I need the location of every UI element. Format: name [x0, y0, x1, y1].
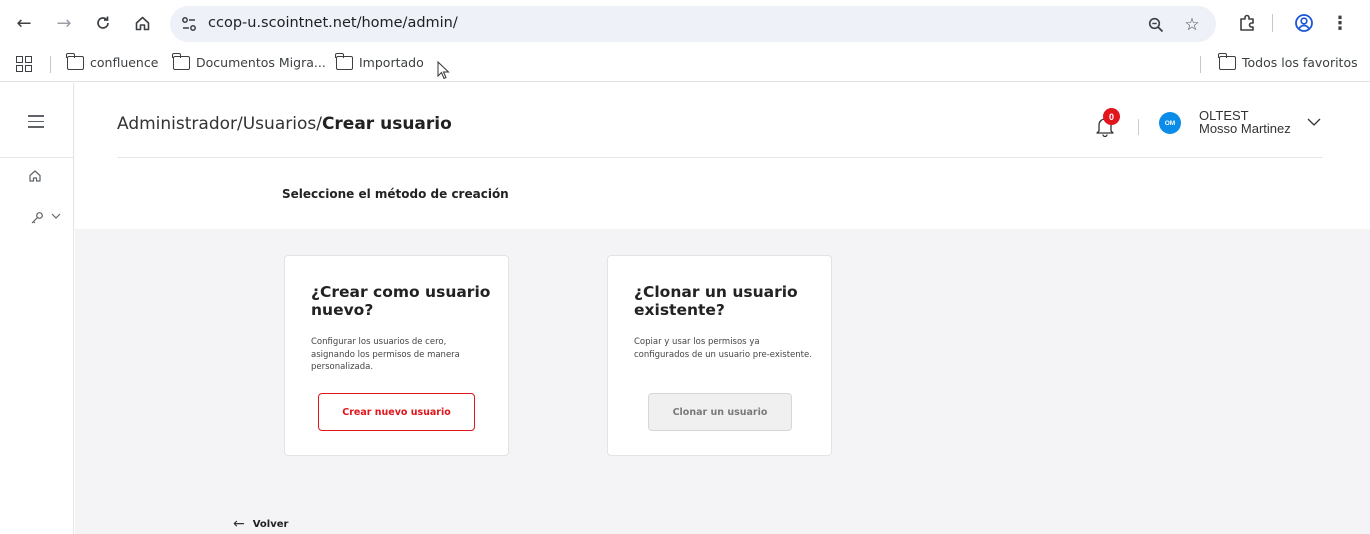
reload-icon[interactable] [89, 9, 117, 37]
extensions-icon[interactable] [1236, 11, 1260, 35]
mouse-cursor-icon [437, 61, 450, 80]
clone-user-button[interactable]: Clonar un usuario [648, 393, 792, 431]
back-link[interactable]: ← Volver [233, 516, 288, 532]
back-icon[interactable]: ← [10, 9, 38, 37]
page-subtitle: Seleccione el método de creación [282, 187, 509, 201]
bookmarks-bar: confluence Documentos Migra... Importado… [0, 46, 1370, 82]
more-menu-icon[interactable]: ⋮ [1328, 11, 1352, 35]
bookmarks-divider [50, 56, 51, 73]
page-header: Administrador/Usuarios/Crear usuario 0 O… [75, 83, 1370, 229]
header-divider-line [117, 157, 1323, 158]
header-divider [1138, 119, 1139, 135]
content-area: ¿Crear como usuario nuevo? Configurar lo… [75, 229, 1370, 534]
card-title: ¿Crear como usuario nuevo? [311, 283, 491, 319]
user-name[interactable]: Mosso Martinez [1199, 121, 1291, 136]
chevron-down-icon [51, 213, 61, 219]
site-settings-icon[interactable] [180, 15, 198, 33]
folder-icon [1218, 52, 1236, 70]
card-description: Configurar los usuarios de cero, asignan… [311, 337, 460, 372]
bookmark-documentos[interactable]: Documentos Migra... [172, 52, 326, 70]
home-icon[interactable] [128, 9, 156, 37]
bookmark-label: confluence [90, 55, 159, 70]
account-circle-icon [1295, 14, 1313, 32]
bookmark-star-icon[interactable]: ☆ [1181, 14, 1203, 36]
toolbar-divider [1272, 14, 1273, 32]
sidebar-chevron-down-icon[interactable] [50, 211, 62, 224]
all-favorites-label: Todos los favoritos [1242, 55, 1358, 70]
arrow-left-icon: ← [233, 516, 245, 532]
address-bar[interactable]: ccop-u.scointnet.net/home/admin/ ☆ [170, 6, 1216, 42]
sidebar-home-icon[interactable] [28, 169, 42, 187]
hamburger-menu-icon[interactable] [28, 115, 44, 128]
forward-icon[interactable]: → [50, 9, 78, 37]
create-new-user-card: ¿Crear como usuario nuevo? Configurar lo… [284, 255, 509, 456]
bookmark-confluence[interactable]: confluence [66, 52, 159, 70]
sidebar-divider [0, 157, 74, 158]
breadcrumb: Administrador/Usuarios/Crear usuario [117, 114, 452, 134]
bookmark-importado[interactable]: Importado [335, 52, 424, 70]
url-path: /home/admin/ [356, 15, 458, 31]
key-icon [31, 212, 43, 224]
profile-icon[interactable] [1292, 11, 1316, 35]
magnifier-icon [1148, 17, 1164, 33]
avatar[interactable]: OM [1159, 112, 1181, 134]
browser-toolbar: ← → ccop-u.scointnet.net/home/admin/ ☆ ⋮ [0, 0, 1370, 46]
app-root: Administrador/Usuarios/Crear usuario 0 O… [0, 83, 1370, 534]
puzzle-icon [1240, 14, 1254, 31]
url-text[interactable]: ccop-u.scointnet.net/home/admin/ [208, 15, 458, 31]
breadcrumb-path[interactable]: Administrador/Usuarios/ [117, 114, 322, 134]
card-title: ¿Clonar un usuario existente? [634, 283, 798, 319]
bookmark-label: Importado [359, 55, 424, 70]
zoom-icon[interactable] [1145, 14, 1167, 36]
user-menu-chevron-down-icon[interactable] [1306, 114, 1322, 130]
back-label: Volver [252, 518, 289, 530]
url-domain: ccop-u.scointnet.net [208, 15, 357, 31]
folder-icon [172, 52, 190, 70]
bookmark-label: Documentos Migra... [196, 55, 326, 70]
breadcrumb-current: Crear usuario [321, 114, 452, 134]
home-outline-icon [29, 170, 41, 182]
sidebar [0, 83, 74, 534]
reload-arrow-icon [97, 16, 109, 29]
sidebar-key-icon[interactable] [30, 211, 44, 229]
card-description: Copiar y usar los permisos ya configurad… [634, 337, 812, 360]
clone-user-card: ¿Clonar un usuario existente? Copiar y u… [607, 255, 832, 456]
bookmarks-divider [1200, 56, 1201, 73]
folder-icon [66, 52, 84, 70]
apps-grid-icon[interactable] [16, 56, 32, 72]
all-favorites-folder[interactable]: Todos los favoritos [1218, 52, 1358, 70]
folder-icon [335, 52, 353, 70]
house-icon [135, 16, 149, 30]
create-new-user-button[interactable]: Crear nuevo usuario [318, 393, 475, 431]
notification-badge: 0 [1103, 108, 1120, 125]
